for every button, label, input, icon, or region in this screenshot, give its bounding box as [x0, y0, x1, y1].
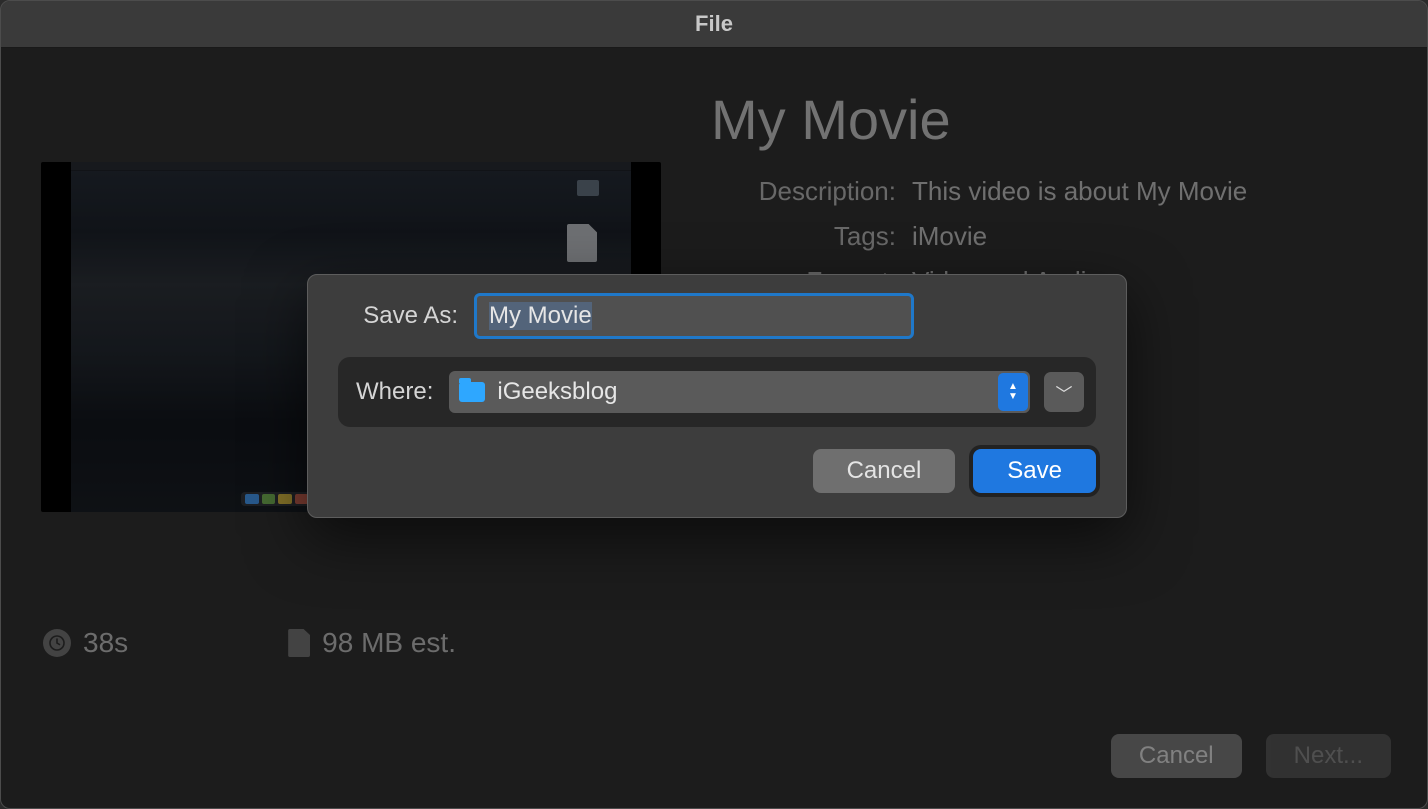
- clock-icon: [43, 629, 71, 657]
- tags-row: Tags: iMovie: [711, 221, 1377, 252]
- where-label: Where:: [350, 378, 449, 406]
- updown-stepper-icon: ▲▼: [998, 373, 1028, 411]
- thumbnail-file-icon: [567, 224, 597, 262]
- saveas-input[interactable]: [474, 293, 914, 339]
- saveas-label: Save As:: [338, 302, 474, 330]
- file-icon: [288, 629, 310, 657]
- where-value: iGeeksblog: [497, 378, 617, 406]
- folder-icon: [459, 382, 485, 402]
- export-stats: 38s 98 MB est.: [43, 627, 456, 659]
- cancel-button[interactable]: Cancel: [813, 449, 956, 493]
- movie-title: My Movie: [711, 87, 1377, 152]
- saveas-input-wrap: [474, 293, 1096, 339]
- thumbnail-menubar: [71, 162, 631, 171]
- save-button[interactable]: Save: [973, 449, 1096, 493]
- tags-value[interactable]: iMovie: [912, 221, 987, 252]
- tags-label: Tags:: [711, 221, 912, 252]
- description-row: Description: This video is about My Movi…: [711, 176, 1377, 207]
- window-title: File: [1, 1, 1427, 48]
- bg-cancel-button[interactable]: Cancel: [1111, 734, 1242, 778]
- background-action-buttons: Cancel Next...: [1111, 734, 1391, 778]
- save-sheet: Save As: Where: iGeeksblog ▲▼ ﹀ Cancel S…: [307, 274, 1127, 518]
- duration-stat: 38s: [43, 627, 128, 659]
- bg-next-button[interactable]: Next...: [1266, 734, 1391, 778]
- window-title-text: File: [695, 11, 733, 37]
- where-block: Where: iGeeksblog ▲▼ ﹀: [338, 357, 1096, 427]
- export-window: File My Movie Description: This video is…: [0, 0, 1428, 809]
- filesize-value: 98 MB est.: [322, 627, 456, 659]
- description-label: Description:: [711, 176, 912, 207]
- description-value[interactable]: This video is about My Movie: [912, 176, 1247, 207]
- chevron-down-icon: ﹀: [1056, 380, 1073, 405]
- clock-svg: [49, 635, 65, 651]
- expand-button[interactable]: ﹀: [1044, 372, 1084, 412]
- duration-value: 38s: [83, 627, 128, 659]
- where-select[interactable]: iGeeksblog ▲▼: [449, 371, 1030, 413]
- filesize-stat: 98 MB est.: [288, 627, 456, 659]
- sheet-action-buttons: Cancel Save: [338, 449, 1096, 493]
- thumbnail-folder-icon: [577, 180, 599, 196]
- saveas-row: Save As:: [338, 293, 1096, 339]
